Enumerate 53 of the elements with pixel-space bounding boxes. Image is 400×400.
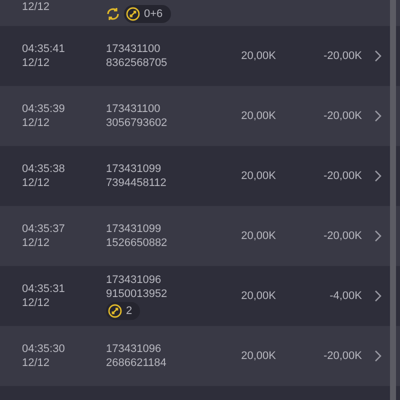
bet-amount-text: 20,00K (241, 110, 276, 122)
refresh-icon (106, 6, 120, 20)
transaction-row[interactable]: 12/12 0+6 (0, 0, 400, 26)
reference-text: 1526650882 (106, 236, 168, 250)
net-amount-text: -20,00K (323, 230, 362, 242)
date-text: 12/12 (22, 56, 51, 70)
bonus-badge: 0+6 (124, 4, 171, 22)
time-text: 04:35:39 (22, 102, 66, 116)
time-text: 04:35:38 (22, 162, 66, 176)
date-text: 12/12 (22, 116, 51, 130)
chevron-right-icon[interactable] (374, 170, 382, 182)
transaction-row[interactable]: 04:35:39 12/12 173431100 3056793602 20,00K -20,00K (0, 86, 400, 146)
round-id-text: 173431100 (106, 102, 162, 116)
date-text: 12/12 (22, 0, 51, 14)
net-amount-text: -20,00K (323, 170, 362, 182)
coin-icon (126, 6, 140, 20)
time-text: 04:35:41 (22, 42, 66, 56)
round-id-text: 173431100 (106, 42, 162, 56)
chevron-right-icon[interactable] (374, 350, 382, 362)
round-id-text: 173431096 (106, 272, 162, 286)
chevron-right-icon[interactable] (374, 50, 382, 62)
date-text: 12/12 (22, 356, 51, 370)
date-text: 12/12 (22, 296, 51, 310)
bet-amount-text: 20,00K (241, 290, 276, 302)
time-text: 04:35:37 (22, 222, 66, 236)
bet-amount-text: 20,00K (241, 230, 276, 242)
chevron-right-icon[interactable] (374, 290, 382, 302)
round-id-text: 173431099 (106, 162, 162, 176)
bet-amount-text: 20,00K (241, 170, 276, 182)
net-amount-text: -20,00K (323, 50, 362, 62)
coin-icon (108, 304, 122, 318)
time-text: 04:35:31 (22, 282, 66, 296)
chevron-right-icon[interactable] (374, 110, 382, 122)
bonus-badge: 2 (106, 302, 140, 320)
reference-text: 7394458112 (106, 176, 168, 190)
date-text: 12/12 (22, 176, 51, 190)
round-id-text: 173431096 (106, 342, 162, 356)
bet-amount-text: 20,00K (241, 350, 276, 362)
transaction-row[interactable]: 04:35:30 12/12 173431096 2686621184 20,00K -20,00K (0, 326, 400, 386)
chevron-right-icon[interactable] (374, 230, 382, 242)
net-amount-text: -20,00K (323, 350, 362, 362)
net-amount-text: -20,00K (323, 110, 362, 122)
reference-text: 8362568705 (106, 56, 168, 70)
net-amount-text: -4,00K (330, 290, 362, 302)
bet-amount-text: 20,00K (241, 50, 276, 62)
reference-text: 2686621184 (106, 356, 168, 370)
time-text: 04:35:30 (22, 342, 66, 356)
round-id-text: 173431099 (106, 222, 162, 236)
date-text: 12/12 (22, 236, 51, 250)
reference-text: 9150013952 (106, 286, 168, 300)
scrollbar[interactable] (390, 0, 396, 400)
transaction-row[interactable]: 04:35:37 12/12 173431099 1526650882 20,00K -20,00K (0, 206, 400, 266)
reference-text: 3056793602 (106, 116, 168, 130)
